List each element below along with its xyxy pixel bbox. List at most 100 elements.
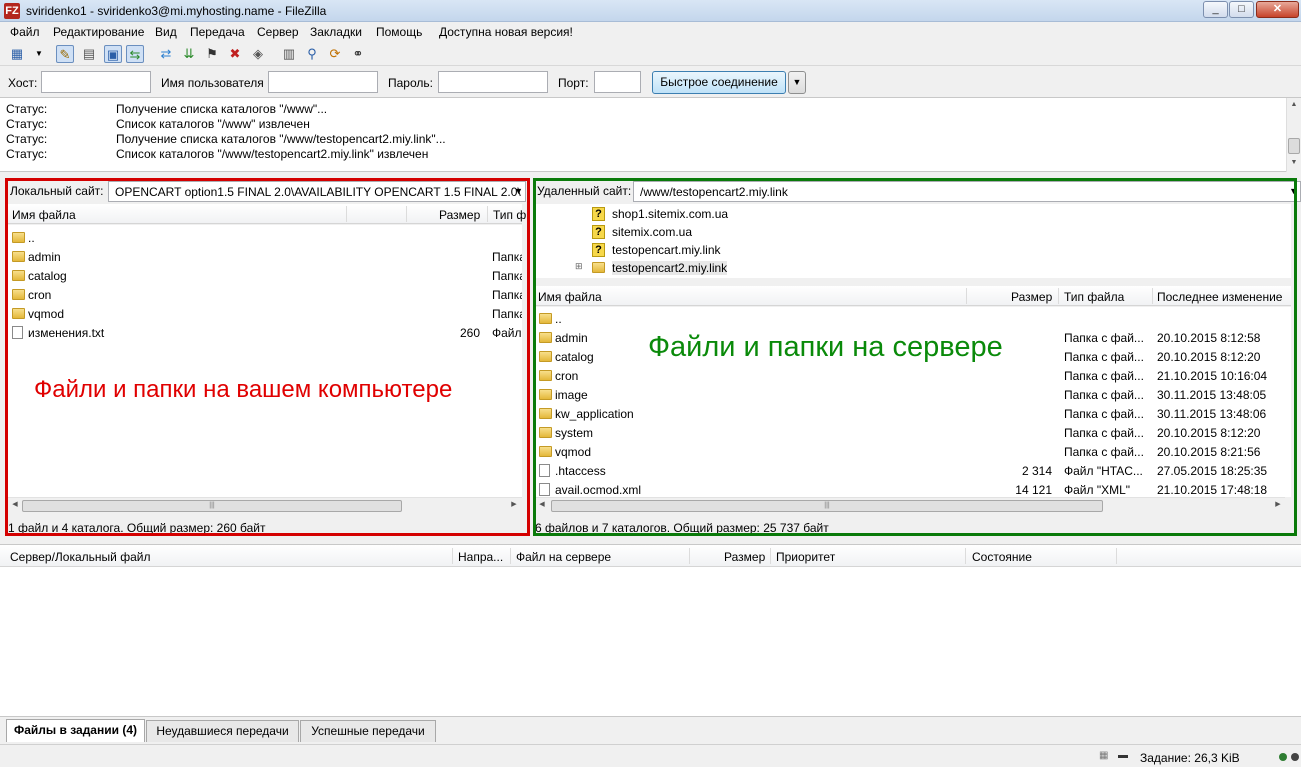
remote-path-text: /www/testopencart2.miy.link [640,185,788,199]
menu-server[interactable]: Сервер [257,25,299,39]
col-type[interactable]: Тип ф [493,208,526,222]
menu-transfer[interactable]: Передача [190,25,245,39]
tree-item[interactable]: ? sitemix.com.ua [535,222,1235,241]
menu-help[interactable]: Помощь [376,25,422,39]
list-item[interactable]: kw_application Папка с фай... 30.11.2015 1… [535,404,1275,423]
minimize-button[interactable]: _ [1203,1,1228,18]
list-item[interactable]: .. [535,309,1275,328]
window-title: sviridenko1 - sviridenko3@mi.myhosting.n… [26,4,327,18]
local-path-combo[interactable]: OPENCART option1.5 FINAL 2.0\AVAILABILIT… [108,181,526,202]
scroll-thumb[interactable]: ||| [551,500,1103,512]
toggle-log-icon[interactable]: ✎ [56,45,74,63]
folder-icon [539,408,552,419]
quickconnect-dropdown-icon[interactable]: ▼ [788,71,806,94]
col-remote-file[interactable]: Файл на сервере [516,550,611,564]
col-size[interactable]: Размер [1011,290,1052,304]
upload-indicator-icon [1279,753,1287,761]
col-local-file[interactable]: Сервер/Локальный файл [10,550,150,564]
chevron-down-icon[interactable]: ▼ [514,186,523,196]
col-size[interactable]: Размер [439,208,480,222]
tab-successful-transfers[interactable]: Успешные передачи [300,720,436,742]
port-input[interactable] [594,71,641,93]
menu-file[interactable]: Файл [10,25,40,39]
tree-item[interactable]: ? testopencart.miy.link [535,240,1235,259]
quickconnect-bar: Хост: Имя пользователя Пароль: Порт: Быс… [0,66,1301,98]
filter-icon[interactable]: ▦ [1099,750,1108,761]
unknown-folder-icon: ? [592,225,605,239]
sync-browsing-icon[interactable]: ⟳ [326,45,344,63]
local-annotation: Файли и папки на вашем компьютере [34,376,453,403]
folder-icon [539,313,552,324]
binary-mode-icon[interactable]: ▬ [1118,750,1128,761]
tree-item[interactable]: ? shop1.sitemix.com.ua [535,204,1235,223]
expand-icon[interactable]: ⊞ [575,261,583,272]
username-input[interactable] [268,71,378,93]
scroll-down-icon[interactable]: ▼ [1288,156,1300,170]
list-item[interactable]: catalogПапка [8,266,522,285]
password-input[interactable] [438,71,548,93]
process-queue-icon[interactable]: ⇊ [180,45,198,63]
maximize-button[interactable]: □ [1229,1,1254,18]
directory-listing-filters-icon[interactable]: ▥ [280,45,298,63]
toggle-remote-tree-icon[interactable]: ▣ [104,45,122,63]
compare-icon[interactable]: ⚲ [303,45,321,63]
list-item[interactable]: vqmodПапка [8,304,522,323]
scroll-up-icon[interactable]: ▲ [1288,98,1300,112]
folder-icon [539,370,552,381]
list-item[interactable]: .. [8,228,522,247]
list-item[interactable]: adminПапка [8,247,522,266]
list-item[interactable]: vqmod Папка с фай... 20.10.2015 8:21:56 [535,442,1275,461]
toggle-queue-icon[interactable]: ⇆ [126,45,144,63]
download-indicator-icon [1291,753,1299,761]
col-direction[interactable]: Напра... [458,550,503,564]
queue-size: Задание: 26,3 KiB [1140,751,1240,765]
scroll-left-icon[interactable]: ◀ [536,500,548,508]
scroll-right-icon[interactable]: ▶ [508,500,520,508]
menu-edit[interactable]: Редактирование [53,25,144,39]
toggle-local-tree-icon[interactable]: ▤ [80,45,98,63]
menu-view[interactable]: Вид [155,25,177,39]
list-item[interactable]: изменения.txt 260 Файл [8,323,522,342]
cancel-icon[interactable]: ⚑ [203,45,221,63]
search-icon[interactable]: ⚭ [349,45,367,63]
local-hscrollbar[interactable]: ◀ ||| ▶ [8,497,522,513]
remote-hscrollbar[interactable]: ◀ ||| ▶ [535,497,1285,513]
refresh-icon[interactable]: ⇄ [157,45,175,63]
file-icon [539,483,550,496]
folder-icon [12,232,25,243]
tab-queued-files[interactable]: Файлы в задании (4) [6,719,145,742]
list-item[interactable]: cronПапка [8,285,522,304]
site-manager-dropdown-icon[interactable]: ▼ [30,45,48,63]
log-scrollbar[interactable]: ▲ ▼ [1286,98,1301,172]
list-item[interactable]: system Папка с фай... 20.10.2015 8:12:20 [535,423,1275,442]
filezilla-logo-icon: FZ [4,3,20,19]
menu-new-version[interactable]: Доступна новая версия! [439,25,573,39]
col-name[interactable]: Имя файла [538,290,602,304]
scroll-left-icon[interactable]: ◀ [9,500,21,508]
transfer-queue: Сервер/Локальный файл Напра... Файл на с… [0,544,1301,716]
scroll-right-icon[interactable]: ▶ [1272,500,1284,508]
disconnect-icon[interactable]: ✖ [226,45,244,63]
remote-path-combo[interactable]: /www/testopencart2.miy.link ▼ [633,181,1301,202]
host-input[interactable] [41,71,151,93]
scroll-thumb[interactable]: ||| [22,500,402,512]
site-manager-icon[interactable]: ▦ [8,45,26,63]
tree-item[interactable]: ⊞ testopencart2.miy.link [535,258,1235,277]
col-size[interactable]: Размер [724,550,765,564]
list-item[interactable]: image Папка с фай... 30.11.2015 13:48:05 [535,385,1275,404]
col-type[interactable]: Тип файла [1064,290,1124,304]
menu-bookmarks[interactable]: Закладки [310,25,362,39]
list-item[interactable]: avail.ocmod.xml 14 121 Файл "XML" 21.10.201… [535,480,1275,497]
reconnect-icon[interactable]: ◈ [249,45,267,63]
scroll-thumb[interactable] [1288,138,1300,154]
col-name[interactable]: Имя файла [12,208,76,222]
quickconnect-button[interactable]: Быстрое соединение [652,71,786,94]
col-priority[interactable]: Приоритет [776,550,835,564]
close-button[interactable]: ✕ [1256,1,1299,18]
col-modified[interactable]: Последнее изменение [1157,290,1282,304]
chevron-down-icon[interactable]: ▼ [1289,186,1298,196]
col-state[interactable]: Состояние [972,550,1032,564]
list-item[interactable]: cron Папка с фай... 21.10.2015 10:16:04 [535,366,1275,385]
tab-failed-transfers[interactable]: Неудавшиеся передачи [146,720,299,742]
list-item[interactable]: .htaccess 2 314 Файл "HTAC... 27.05.2015 18… [535,461,1275,480]
